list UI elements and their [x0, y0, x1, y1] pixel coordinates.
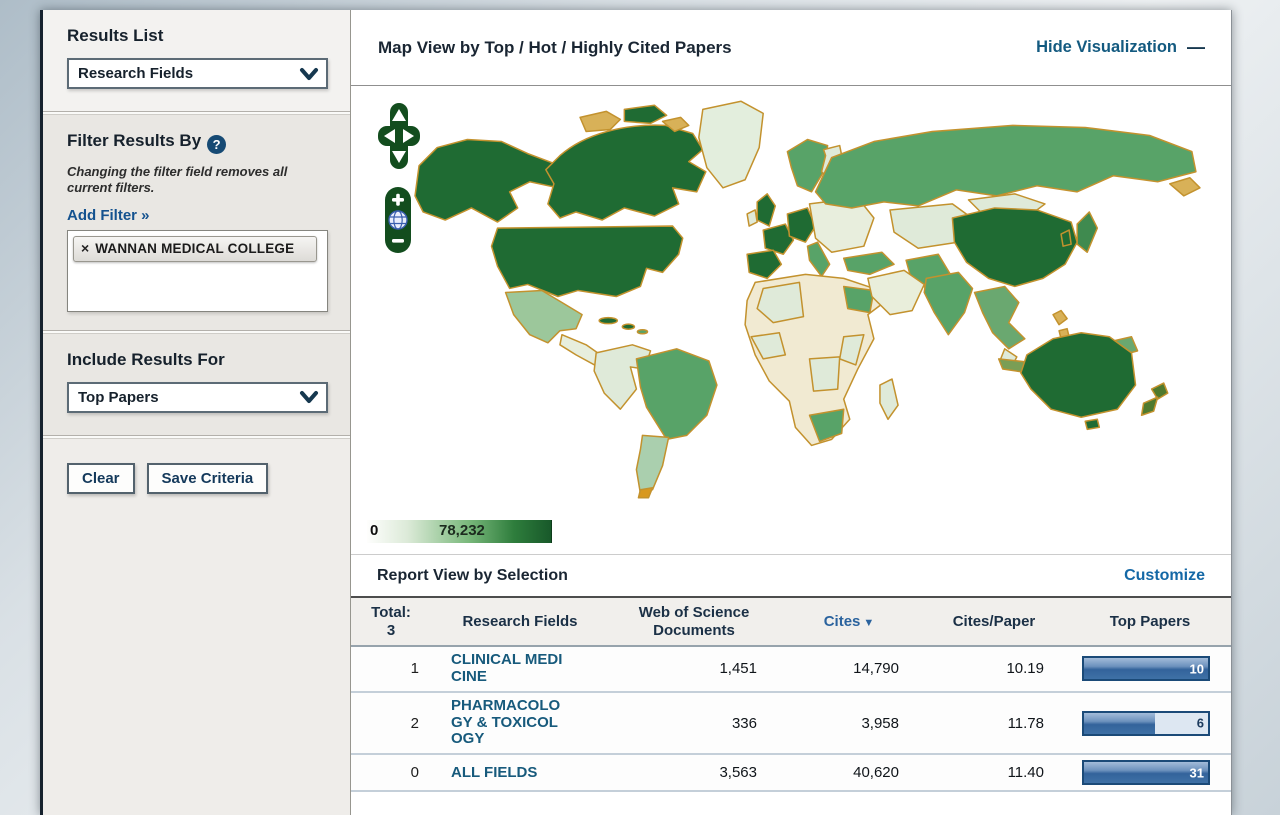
top-papers-bar: 31: [1082, 760, 1210, 785]
map-header-bar: Map View by Top / Hot / Highly Cited Pap…: [351, 10, 1231, 86]
customize-link[interactable]: Customize: [1124, 567, 1205, 585]
rank-cell: 2: [351, 715, 431, 732]
cites-per-paper-cell: 11.78: [919, 715, 1069, 732]
zoom-out-icon: [392, 239, 404, 243]
clear-button[interactable]: Clear: [67, 463, 135, 494]
add-filter-link[interactable]: Add Filter »: [67, 207, 150, 224]
field-link[interactable]: CLINICAL MEDICINE: [451, 652, 565, 686]
table-header-row: Total: 3 Research Fields Web of Science …: [351, 598, 1231, 647]
column-header-cites-per-paper: Cites/Paper: [919, 613, 1069, 630]
globe-icon: [389, 211, 407, 229]
cites-cell: 40,620: [779, 764, 919, 781]
map-controls: [377, 102, 423, 254]
column-header-cites-sort[interactable]: Cites▼: [779, 613, 919, 630]
top-papers-value: 10: [1190, 661, 1204, 676]
legend-min-value: 0: [370, 522, 378, 539]
field-link[interactable]: ALL FIELDS: [451, 765, 565, 782]
report-header-bar: Report View by Selection Customize: [351, 554, 1231, 596]
include-results-dropdown-value: Top Papers: [78, 389, 159, 406]
save-criteria-button[interactable]: Save Criteria: [147, 463, 269, 494]
chevron-down-icon: [299, 389, 319, 405]
filter-heading: Filter Results By?: [67, 131, 328, 154]
cites-cell: 14,790: [779, 660, 919, 677]
world-choropleth-map[interactable]: [409, 94, 1209, 499]
sidebar: Results List Research Fields Filter Resu…: [43, 10, 351, 815]
legend-max-value: 78,232: [439, 522, 485, 539]
help-icon[interactable]: ?: [207, 135, 226, 154]
top-papers-bar: 6: [1082, 711, 1210, 736]
include-results-section: Include Results For Top Papers: [43, 334, 350, 435]
report-title: Report View by Selection: [377, 567, 568, 585]
column-header-top-papers: Top Papers: [1069, 613, 1231, 630]
table-row: 0 ALL FIELDS 3,563 40,620 11.40 31: [351, 755, 1231, 792]
filter-chip-label: WANNAN MEDICAL COLLEGE: [95, 241, 294, 257]
map-zoom-control[interactable]: [384, 186, 412, 254]
column-header-wos-documents: Web of Science Documents: [609, 604, 779, 639]
app-window: Results List Research Fields Filter Resu…: [40, 10, 1232, 815]
sort-descending-icon: ▼: [863, 617, 874, 629]
table-row: 2 PHARMACOLOGY & TOXICOLOGY 336 3,958 11…: [351, 693, 1231, 756]
table-row: 1 CLINICAL MEDICINE 1,451 14,790 10.19 1…: [351, 647, 1231, 693]
remove-filter-icon[interactable]: ×: [81, 241, 89, 256]
cites-cell: 3,958: [779, 715, 919, 732]
column-header-research-fields: Research Fields: [431, 613, 609, 630]
map-title: Map View by Top / Hot / Highly Cited Pap…: [378, 38, 732, 58]
include-results-dropdown[interactable]: Top Papers: [67, 382, 328, 413]
collapse-dash-icon: —: [1187, 37, 1205, 58]
map-pan-compass-icon[interactable]: [377, 102, 421, 172]
top-papers-value: 31: [1190, 765, 1204, 780]
results-list-heading: Results List: [67, 26, 328, 46]
top-papers-bar: 10: [1082, 656, 1210, 681]
docs-cell: 336: [609, 715, 779, 732]
filter-section: Filter Results By? Changing the filter f…: [43, 115, 350, 330]
rank-cell: 0: [351, 764, 431, 781]
filter-note: Changing the filter field removes all cu…: [67, 164, 328, 197]
map-color-legend: 0 78,232: [367, 520, 552, 543]
total-count-header: Total: 3: [351, 604, 431, 640]
rank-cell: 1: [351, 660, 431, 677]
filter-chip[interactable]: × WANNAN MEDICAL COLLEGE: [73, 236, 317, 263]
cites-per-paper-cell: 10.19: [919, 660, 1069, 677]
cites-per-paper-cell: 11.40: [919, 764, 1069, 781]
results-list-dropdown-value: Research Fields: [78, 65, 193, 82]
docs-cell: 1,451: [609, 660, 779, 677]
results-list-dropdown[interactable]: Research Fields: [67, 58, 328, 89]
filter-chips-box: × WANNAN MEDICAL COLLEGE: [67, 230, 328, 312]
field-link[interactable]: PHARMACOLOGY & TOXICOLOGY: [451, 698, 565, 748]
top-papers-value: 6: [1197, 716, 1204, 731]
map-view: 0 78,232: [351, 86, 1231, 554]
results-list-section: Results List Research Fields: [43, 10, 350, 111]
chevron-down-icon: [299, 66, 319, 82]
report-table: Total: 3 Research Fields Web of Science …: [351, 596, 1231, 792]
hide-visualization-link[interactable]: Hide Visualization —: [1036, 37, 1205, 58]
docs-cell: 3,563: [609, 764, 779, 781]
include-results-heading: Include Results For: [67, 350, 328, 370]
main-content: Map View by Top / Hot / Highly Cited Pap…: [351, 10, 1231, 815]
sidebar-actions: Clear Save Criteria: [43, 439, 350, 815]
